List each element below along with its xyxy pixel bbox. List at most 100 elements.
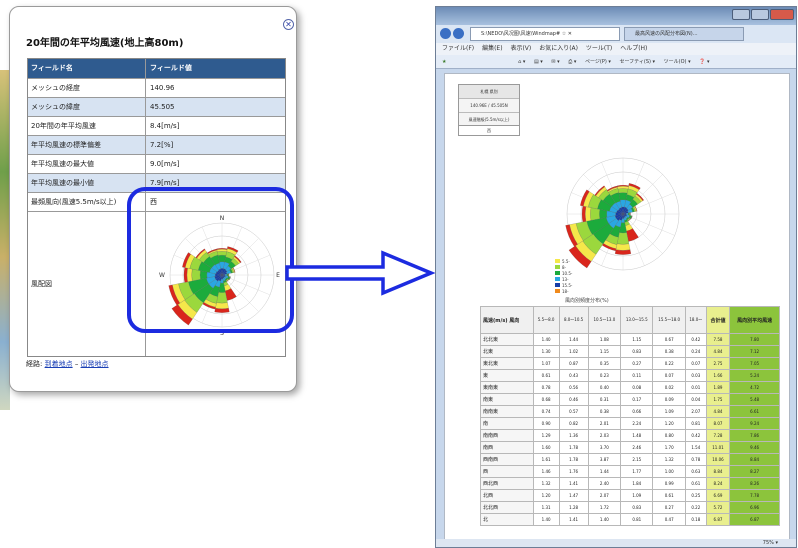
value-cell: 0.68 xyxy=(532,393,560,406)
value-cell: 1.44 xyxy=(558,333,589,346)
menu-edit[interactable]: 編集(E) xyxy=(482,43,502,55)
mean-cell: 6.96 xyxy=(729,501,780,514)
table-row: 南西 1.60 1.78 3.70 2.46 1.70 1.54 11.01 9.46 xyxy=(480,441,780,454)
wind-frequency-table: 風速(m/s) 風向 5.5〜8.0 8.0〜10.5 10.5〜13.0 13… xyxy=(480,306,780,526)
mean-cell: 8.26 xyxy=(729,477,780,490)
menu-view[interactable]: 表示(V) xyxy=(510,43,531,55)
direction-cell: 北東 xyxy=(480,345,534,358)
field-value: 9.0[m/s] xyxy=(150,160,180,168)
table-row: 南南東 0.74 0.57 0.38 0.66 1.09 2.07 4.84 6.61 xyxy=(480,405,780,418)
value-cell: 1.78 xyxy=(558,441,589,454)
rose-sector xyxy=(590,207,600,221)
menu-help[interactable]: ヘルプ(H) xyxy=(620,43,647,55)
mean-cell: 7.80 xyxy=(729,333,780,346)
table-row: 南南西 1.29 1.36 2.03 1.48 0.80 0.42 7.28 7.86 xyxy=(480,429,780,442)
menu-favorites[interactable]: お気に入り(A) xyxy=(539,43,578,55)
departure-link[interactable]: 出発地点 xyxy=(81,360,109,368)
value-cell: 1.84 xyxy=(620,477,654,490)
mean-cell: 5.24 xyxy=(729,369,780,382)
direction-cell: 南 xyxy=(480,417,534,430)
value-cell: 0.61 xyxy=(532,369,560,382)
table-row: 西南西 1.61 1.78 3.87 2.15 1.32 0.78 10.06 8.84 xyxy=(480,453,780,466)
value-cell: 2.07 xyxy=(587,489,622,502)
back-icon[interactable] xyxy=(440,28,451,39)
minimize-button[interactable] xyxy=(732,9,750,20)
table-row: 南 0.90 0.82 2.01 2.24 1.20 0.81 8.07 9.24 xyxy=(480,417,780,430)
arrival-link[interactable]: 到着地点 xyxy=(45,360,73,368)
table-row: 北北西 1.31 1.28 1.72 0.83 0.27 0.22 5.72 6.96 xyxy=(480,501,780,514)
direction-cell: 北 xyxy=(480,513,534,526)
table-row: 東 0.61 0.43 0.23 0.11 0.07 0.03 1.66 5.24 xyxy=(480,369,780,382)
value-cell: 1.41 xyxy=(558,513,589,526)
value-cell: 0.02 xyxy=(652,381,686,394)
direction-cell: 南西 xyxy=(480,441,534,454)
value-cell: 1.08 xyxy=(587,333,622,346)
field-value: 8.4[m/s] xyxy=(150,122,180,130)
help-menu[interactable]: ❓ ▾ xyxy=(699,55,709,69)
menu-bar: ファイル(F) 編集(E) 表示(V) お気に入り(A) ツール(T) ヘルプ(… xyxy=(436,43,796,55)
menu-tools[interactable]: ツール(T) xyxy=(586,43,612,55)
mean-cell: 7.12 xyxy=(729,345,780,358)
mean-cell: 8.27 xyxy=(729,465,780,478)
rose-sector xyxy=(618,192,628,201)
field-name-header: フィールド名 xyxy=(28,59,146,78)
total-cell: 1.75 xyxy=(705,393,731,406)
direction-cell: 南南東 xyxy=(480,405,534,418)
value-cell: 1.32 xyxy=(532,477,560,490)
value-cell: 1.29 xyxy=(532,429,560,442)
close-window-button[interactable] xyxy=(770,9,794,20)
field-row-max-speed: 年平均風速の最大値 9.0[m/s] xyxy=(28,154,285,173)
favorites-star-icon[interactable]: ★ xyxy=(442,55,446,69)
mean-cell: 9.46 xyxy=(729,441,780,454)
close-icon[interactable]: ✕ xyxy=(283,19,294,30)
rose-sector xyxy=(615,243,631,251)
value-cell: 0.80 xyxy=(652,429,686,442)
value-cell: 0.22 xyxy=(684,501,707,514)
field-value-header: フィールド値 xyxy=(150,64,192,72)
value-cell: 0.82 xyxy=(558,417,589,430)
forward-icon[interactable] xyxy=(453,28,464,39)
table-title: 風向別頻度分布(%) xyxy=(565,298,609,304)
value-cell: 0.27 xyxy=(620,357,654,370)
tools-menu[interactable]: ツール(O) ▾ xyxy=(664,55,691,69)
value-cell: 1.30 xyxy=(532,345,560,358)
legend-swatch xyxy=(555,289,560,293)
value-cell: 1.31 xyxy=(532,501,560,514)
mean-cell: 8.84 xyxy=(729,453,780,466)
value-cell: 0.24 xyxy=(684,345,707,358)
bin-header: 18.0〜 xyxy=(684,306,707,334)
direction-cell: 東 xyxy=(480,369,534,382)
bin-header: 5.5〜8.0 xyxy=(532,306,560,334)
total-cell: 1.89 xyxy=(705,381,731,394)
rose-sector xyxy=(614,249,632,255)
mail-icon[interactable]: ✉ ▾ xyxy=(551,55,559,69)
menu-file[interactable]: ファイル(F) xyxy=(442,43,474,55)
field-row-latitude: メッシュの緯度 45.505 xyxy=(28,97,285,116)
page-menu[interactable]: ページ(P) ▾ xyxy=(585,55,611,69)
direction-cell: 北北東 xyxy=(480,333,534,346)
value-cell: 0.42 xyxy=(684,429,707,442)
print-icon[interactable]: ⎙ ▾ xyxy=(568,55,576,69)
maximize-button[interactable] xyxy=(751,9,769,20)
value-cell: 0.40 xyxy=(587,381,622,394)
direction-cell: 北西 xyxy=(480,489,534,502)
tab-other[interactable]: 最高风速の风配分布図(N)… xyxy=(624,27,744,41)
table-row: 北 1.40 1.41 1.40 0.81 0.47 0.18 6.87 6.87 xyxy=(480,513,780,526)
feed-icon[interactable]: ▤ ▾ xyxy=(534,55,543,69)
tab-active[interactable]: S:\NEDO\风况图\风速\Windmap# ☆ ✕ xyxy=(470,27,620,41)
value-cell: 1.40 xyxy=(587,513,622,526)
total-cell: 5.72 xyxy=(705,501,731,514)
home-icon[interactable]: ⌂ ▾ xyxy=(518,55,525,69)
value-cell: 1.28 xyxy=(558,501,589,514)
direction-cell: 西 xyxy=(480,465,534,478)
rose-sector xyxy=(617,185,629,190)
table-row: 西北西 1.32 1.41 2.40 1.84 0.99 0.61 8.24 8.26 xyxy=(480,477,780,490)
zoom-level[interactable]: 75% ▾ xyxy=(763,540,778,546)
value-cell: 0.07 xyxy=(684,357,707,370)
safety-menu[interactable]: セーフティ(S) ▾ xyxy=(619,55,655,69)
value-cell: 1.20 xyxy=(652,417,686,430)
field-name: 年平均風速の最大値 xyxy=(28,155,146,173)
value-cell: 0.35 xyxy=(587,357,622,370)
value-cell: 1.54 xyxy=(684,441,707,454)
direction-cell: 西南西 xyxy=(480,453,534,466)
